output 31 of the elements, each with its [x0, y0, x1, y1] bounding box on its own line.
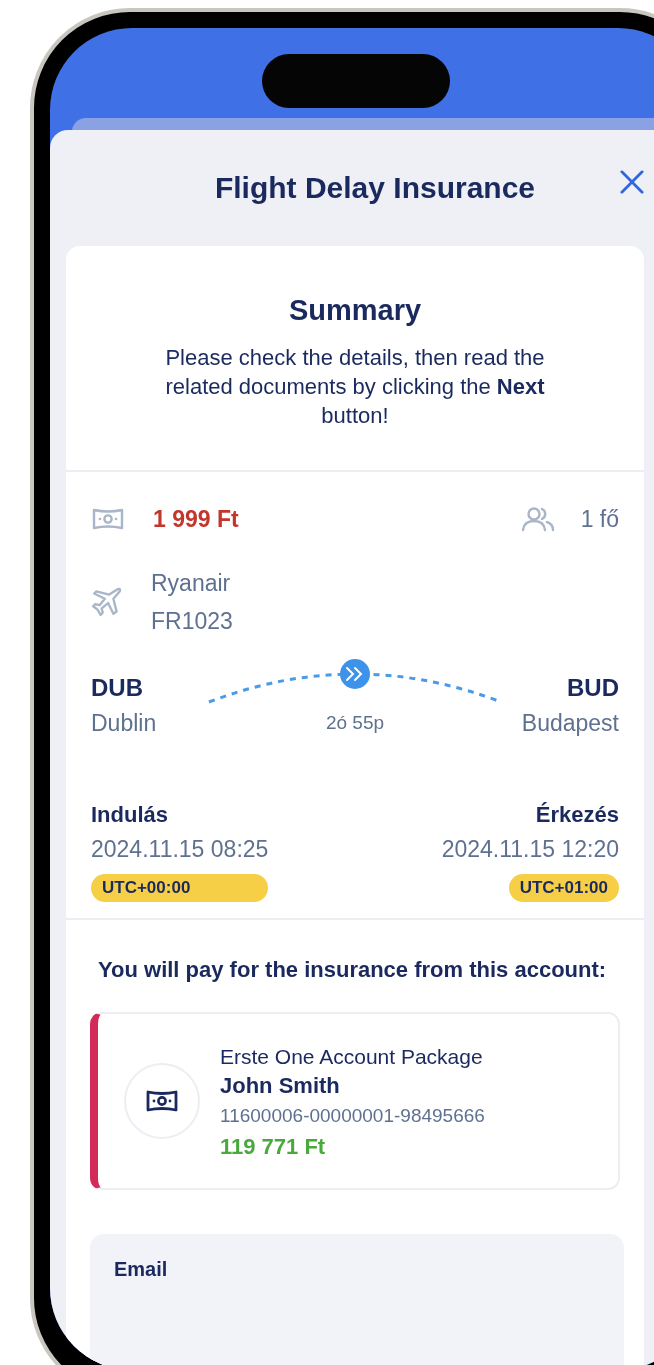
banknote-icon	[91, 506, 125, 532]
timezone-tag: UTC+00:00	[91, 874, 269, 902]
account-number: 11600006-00000001-98495666	[220, 1103, 485, 1128]
airport-code: BUD	[567, 673, 619, 703]
airplane-icon	[91, 586, 123, 618]
summary-title: Summary	[287, 294, 423, 327]
email-label: Email	[114, 1258, 168, 1280]
flight-duration: 2ó 55p	[325, 712, 385, 734]
account-balance: 119 771 Ft	[220, 1132, 327, 1161]
flight-number: FR1023	[151, 607, 233, 636]
airline-name: Ryanair	[151, 569, 232, 598]
timezone-tag: UTC+01:00	[508, 874, 619, 902]
city-name: Dublin	[91, 709, 158, 738]
double-chevron-icon	[340, 659, 370, 689]
date-time: 2024.11.15 12:20	[441, 835, 619, 864]
account-name: Erste One Account Package	[220, 1043, 484, 1070]
people-icon	[520, 506, 555, 532]
sheet-title: Flight Delay Insurance	[214, 171, 536, 205]
date-time: 2024.11.15 08:25	[91, 835, 269, 864]
account-heading: You will pay for the insurance from this account:	[97, 956, 608, 984]
time-label: Indulás	[91, 801, 169, 829]
airport-code: DUB	[91, 673, 144, 703]
account-holder: John Smith	[220, 1071, 341, 1100]
city-name: Budapest	[521, 709, 619, 738]
summary-text: Please check the details, then read the related documents by clicking the Next button!	[165, 344, 545, 430]
account-card[interactable]: Erste One Account Package John Smith 11600006-00000001-98495666 119 771 Ft	[90, 1012, 620, 1190]
close-icon[interactable]	[620, 170, 644, 194]
passenger-count: 1 fő	[580, 505, 619, 534]
banknote-icon	[145, 1088, 179, 1114]
price-text: 1 999 Ft	[153, 505, 239, 533]
time-label: Érkezés	[535, 801, 619, 829]
